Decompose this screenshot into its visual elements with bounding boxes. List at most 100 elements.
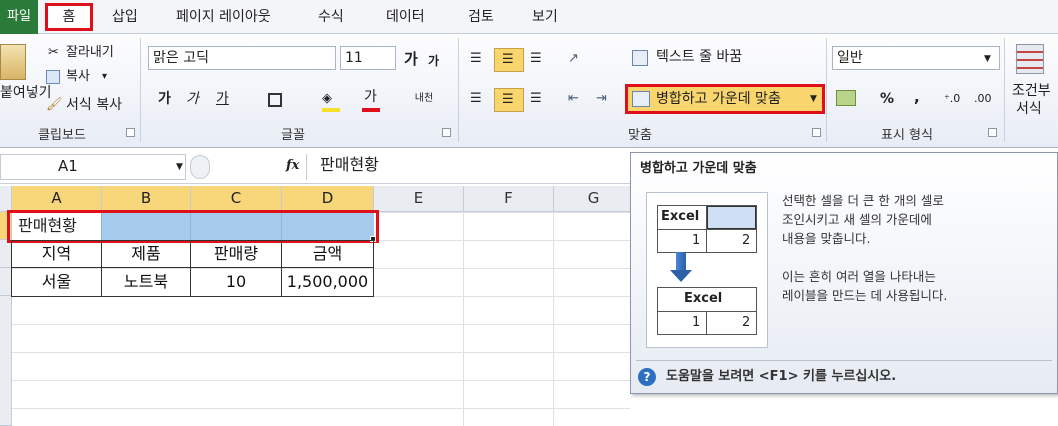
font-color-swatch <box>362 108 380 112</box>
alignment-launcher[interactable] <box>812 128 821 137</box>
tab-formulas[interactable]: 수식 <box>318 6 344 28</box>
cell-d2[interactable]: 금액 <box>282 240 374 268</box>
bold-button[interactable]: 가 <box>158 90 171 108</box>
accounting-format-icon[interactable] <box>836 90 856 106</box>
fill-color-icon[interactable]: ◈ <box>322 90 332 108</box>
decrease-indent-icon[interactable]: ⇤ <box>568 90 579 108</box>
tooltip-desc-line1: 선택한 셀을 더 큰 한 개의 셀로 <box>782 193 944 208</box>
cell-d3[interactable]: 1,500,000 <box>282 268 374 297</box>
underline-button[interactable]: 가 <box>216 90 229 108</box>
font-launcher[interactable] <box>442 128 451 137</box>
example-before-label: Excel <box>661 209 700 224</box>
align-middle-icon: ☰ <box>502 52 514 67</box>
number-format-combo[interactable]: 일반 <box>832 46 1000 70</box>
percent-button[interactable]: % <box>880 90 894 108</box>
tooltip-desc2-line2: 레이블을 만드는 데 사용됩니다. <box>782 288 948 303</box>
cell-b2[interactable]: 제품 <box>102 240 191 268</box>
shrink-font-button[interactable]: 가 <box>428 52 439 70</box>
divider <box>826 38 827 142</box>
align-right-icon[interactable]: ☰ <box>530 90 542 108</box>
column-header-g[interactable]: G <box>554 186 634 212</box>
tab-view[interactable]: 보기 <box>532 6 558 28</box>
merge-center-label: 병합하고 가운데 맞춤 <box>656 91 781 107</box>
tab-home[interactable]: 홈 <box>45 3 93 31</box>
merge-dropdown-icon[interactable]: ▼ <box>810 90 817 108</box>
increase-decimal-icon[interactable]: ⁺.0 <box>944 90 960 108</box>
merge-center-icon <box>632 91 650 107</box>
align-bottom-icon[interactable]: ☰ <box>530 50 542 68</box>
scissors-icon[interactable]: ✂ <box>48 44 59 62</box>
align-top-icon[interactable]: ☰ <box>470 50 482 68</box>
wrap-text-button[interactable]: 텍스트 줄 바꿈 <box>656 48 742 66</box>
tooltip-help-text: 도움말을 보려면 <F1> 키를 누르십시오. <box>666 369 897 384</box>
cell-b3[interactable]: 노트북 <box>102 268 191 297</box>
column-header-a[interactable]: A <box>12 186 102 212</box>
tab-file[interactable]: 파일 <box>0 0 38 34</box>
wrap-text-icon[interactable] <box>632 50 648 66</box>
copy-button[interactable]: 복사 <box>66 68 90 86</box>
number-launcher[interactable] <box>988 128 997 137</box>
column-header-b[interactable]: B <box>102 186 191 212</box>
tab-data[interactable]: 데이터 <box>386 6 425 28</box>
number-format-dropdown-icon[interactable]: ▼ <box>984 50 991 68</box>
decrease-decimal-icon[interactable]: .00 <box>974 90 992 108</box>
font-color-button[interactable]: 가 <box>364 88 377 106</box>
italic-button[interactable]: 가 <box>186 90 199 108</box>
name-box[interactable] <box>0 154 186 180</box>
example-after-v2: 2 <box>742 315 751 330</box>
column-header-f[interactable]: F <box>464 186 554 212</box>
down-arrow-shaft <box>676 252 686 270</box>
down-arrow-icon <box>670 270 692 282</box>
select-all-corner[interactable] <box>0 186 12 212</box>
border-icon[interactable] <box>268 93 282 107</box>
column-header-e[interactable]: E <box>374 186 464 212</box>
fill-color-swatch <box>322 108 340 112</box>
example-divider <box>706 311 707 335</box>
cell-c3[interactable]: 10 <box>191 268 282 297</box>
clipboard-launcher[interactable] <box>126 128 135 137</box>
name-box-value: A1 <box>58 157 78 175</box>
comma-button[interactable]: , <box>914 88 920 106</box>
orientation-icon[interactable]: ↗ <box>568 50 579 68</box>
tab-review[interactable]: 검토 <box>468 6 494 28</box>
copy-dropdown[interactable]: ▾ <box>102 68 107 86</box>
font-name-combo[interactable]: 맑은 고딕 <box>148 46 336 70</box>
name-box-dropdown-icon[interactable]: ▼ <box>176 158 183 176</box>
formula-input[interactable]: 판매현황 <box>320 156 379 174</box>
cut-button[interactable]: 잘라내기 <box>66 44 114 62</box>
paste-button[interactable]: 붙여넣기 <box>0 84 52 102</box>
increase-indent-icon[interactable]: ⇥ <box>596 90 607 108</box>
example-divider <box>657 229 757 230</box>
divider <box>458 38 459 142</box>
selection-highlight <box>7 210 379 243</box>
tooltip-desc-line2: 조인시키고 새 셀의 가운데에 <box>782 212 932 227</box>
paste-icon[interactable] <box>0 44 26 80</box>
example-before-v1: 1 <box>692 233 701 248</box>
clipboard-group-label: 클립보드 <box>38 128 86 143</box>
grow-font-button[interactable]: 가 <box>404 50 418 68</box>
gridline-f <box>463 212 464 426</box>
format-painter-button[interactable]: 서식 복사 <box>66 96 122 114</box>
copy-icon[interactable] <box>46 70 60 84</box>
divider <box>140 38 141 142</box>
font-size-combo[interactable]: 11 <box>340 46 396 70</box>
cell-a2[interactable]: 지역 <box>12 240 102 268</box>
column-header-c[interactable]: C <box>191 186 282 212</box>
gridline-g <box>553 212 554 426</box>
conditional-format-button-line2: 서식 <box>1016 101 1042 117</box>
column-header-d[interactable]: D <box>282 186 374 212</box>
format-painter-icon[interactable]: 🖌 <box>46 96 63 114</box>
tooltip-title: 병합하고 가운데 맞춤 <box>640 161 757 176</box>
conditional-format-icon[interactable] <box>1016 44 1044 74</box>
tab-page-layout[interactable]: 페이지 레이아웃 <box>176 6 271 28</box>
fx-icon[interactable]: fx <box>286 157 299 175</box>
conditional-format-button[interactable]: 조건부 <box>1012 82 1051 100</box>
tab-insert[interactable]: 삽입 <box>112 6 138 28</box>
phonetic-button[interactable]: 내천 <box>412 90 436 108</box>
align-left-icon[interactable]: ☰ <box>470 90 482 108</box>
cell-c2[interactable]: 판매량 <box>191 240 282 268</box>
cell-a3[interactable]: 서울 <box>12 268 102 297</box>
help-icon: ? <box>638 368 656 386</box>
formula-bar-resize-handle[interactable] <box>190 155 210 179</box>
alignment-group-label: 맞춤 <box>628 128 652 143</box>
